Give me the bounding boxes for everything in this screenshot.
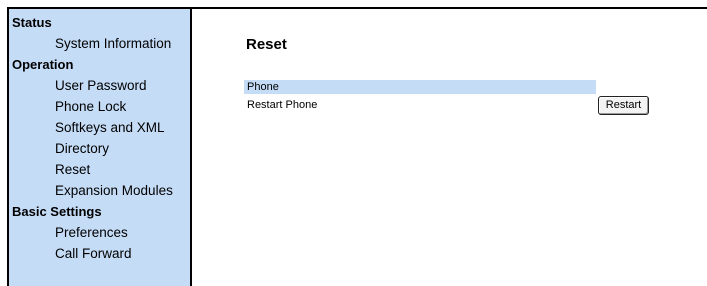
sidebar-item-phone-lock[interactable]: Phone Lock (55, 99, 126, 114)
sidebar-item-system-information[interactable]: System Information (55, 36, 171, 51)
section-header-label: Phone (247, 81, 279, 93)
sidebar-item-call-forward[interactable]: Call Forward (55, 246, 132, 261)
restart-button[interactable]: Restart (598, 96, 649, 115)
sidebar-item-preferences[interactable]: Preferences (55, 225, 128, 240)
sidebar-item-reset[interactable]: Reset (55, 162, 90, 177)
section-header-phone: Phone (244, 80, 596, 94)
sidebar-item-directory[interactable]: Directory (55, 141, 109, 156)
sidebar-item-user-password[interactable]: User Password (55, 78, 147, 93)
sidebar-item-softkeys-and-xml[interactable]: Softkeys and XML (55, 120, 165, 135)
sidebar-nav: Status System Information Operation User… (9, 9, 192, 286)
sidebar-section-operation: Operation (12, 57, 74, 72)
page-title: Reset (246, 36, 287, 53)
sidebar-section-status: Status (12, 15, 52, 30)
sidebar-section-basic-settings: Basic Settings (12, 204, 102, 219)
sidebar-item-expansion-modules[interactable]: Expansion Modules (55, 183, 173, 198)
restart-phone-label: Restart Phone (247, 99, 318, 111)
